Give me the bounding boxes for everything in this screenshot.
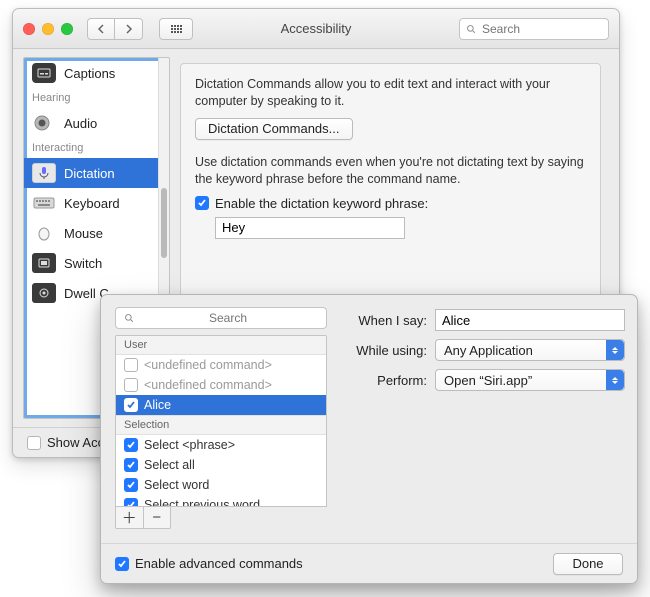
- sidebar-item-switch[interactable]: Switch: [24, 248, 169, 278]
- show-accessibility-checkbox[interactable]: [27, 436, 41, 450]
- scrollbar-thumb[interactable]: [161, 188, 167, 258]
- sidebar-item-mouse[interactable]: Mouse: [24, 218, 169, 248]
- grid-icon: [171, 25, 182, 33]
- sidebar-item-audio[interactable]: Audio: [24, 108, 169, 138]
- speaker-icon: [32, 113, 56, 133]
- sidebar-group-interacting: Interacting: [24, 138, 169, 158]
- row-checkbox[interactable]: [124, 438, 138, 452]
- close-icon[interactable]: [23, 23, 35, 35]
- perform-select[interactable]: Open “Siri.app”: [435, 369, 625, 391]
- intro-text: Dictation Commands allow you to edit tex…: [195, 76, 586, 110]
- check-icon: [126, 460, 136, 470]
- dictation-commands-dialog: User <undefined command> <undefined comm…: [100, 294, 638, 584]
- minimize-icon[interactable]: [42, 23, 54, 35]
- sidebar-group-hearing: Hearing: [24, 88, 169, 108]
- while-using-label: While using:: [345, 343, 427, 358]
- sidebar-item-label: Dictation: [64, 166, 115, 181]
- row-label: <undefined command>: [144, 358, 272, 372]
- captions-icon: [32, 63, 56, 83]
- microphone-icon: [32, 163, 56, 183]
- sidebar-item-label: Mouse: [64, 226, 103, 241]
- list-item-selected[interactable]: Alice: [116, 395, 326, 415]
- check-icon: [117, 559, 127, 569]
- zoom-icon[interactable]: [61, 23, 73, 35]
- row-label: Select word: [144, 478, 209, 492]
- row-checkbox[interactable]: [124, 478, 138, 492]
- row-label: Select <phrase>: [144, 438, 235, 452]
- list-item[interactable]: Select word: [116, 475, 326, 495]
- row-checkbox[interactable]: [124, 358, 138, 372]
- sidebar-item-label: Audio: [64, 116, 97, 131]
- search-icon: [466, 24, 476, 34]
- check-icon: [126, 500, 136, 507]
- row-checkbox[interactable]: [124, 458, 138, 472]
- add-remove-buttons: ＋ −: [115, 507, 171, 529]
- stepper-icon: [606, 370, 624, 390]
- row-label: Alice: [144, 398, 171, 412]
- list-item[interactable]: <undefined command>: [116, 355, 326, 375]
- titlebar: Accessibility: [13, 9, 619, 49]
- dialog-footer: Enable advanced commands Done: [101, 543, 637, 583]
- chevron-right-icon: [125, 24, 133, 34]
- mouse-icon: [32, 223, 56, 243]
- perform-label: Perform:: [345, 373, 427, 388]
- dialog-search[interactable]: [115, 307, 327, 329]
- back-button[interactable]: [87, 18, 115, 40]
- list-header-user: User: [116, 336, 326, 355]
- enable-advanced-label: Enable advanced commands: [135, 556, 303, 571]
- keyword-phrase-input[interactable]: [215, 217, 405, 239]
- toolbar-search-input[interactable]: [480, 21, 602, 37]
- list-item[interactable]: Select <phrase>: [116, 435, 326, 455]
- when-i-say-label: When I say:: [345, 313, 427, 328]
- enable-keyword-checkbox[interactable]: [195, 196, 209, 210]
- enable-keyword-label: Enable the dictation keyword phrase:: [215, 196, 428, 211]
- search-icon: [124, 313, 134, 323]
- list-item[interactable]: <undefined command>: [116, 375, 326, 395]
- done-button[interactable]: Done: [553, 553, 623, 575]
- dictation-commands-button[interactable]: Dictation Commands...: [195, 118, 353, 140]
- row-label: <undefined command>: [144, 378, 272, 392]
- sidebar-item-label: Switch: [64, 256, 102, 271]
- list-item[interactable]: Select all: [116, 455, 326, 475]
- check-icon: [126, 440, 136, 450]
- sidebar-item-dictation[interactable]: Dictation: [24, 158, 169, 188]
- show-all-button[interactable]: [159, 18, 193, 40]
- list-item[interactable]: Select previous word: [116, 495, 326, 507]
- toolbar-search[interactable]: [459, 18, 609, 40]
- dialog-search-input[interactable]: [138, 310, 318, 326]
- forward-button[interactable]: [115, 18, 143, 40]
- chevron-left-icon: [97, 24, 105, 34]
- remove-button[interactable]: −: [144, 507, 171, 528]
- check-icon: [126, 400, 136, 410]
- keyword-desc: Use dictation commands even when you're …: [195, 154, 586, 188]
- window-controls: [23, 23, 73, 35]
- check-icon: [197, 198, 207, 208]
- sidebar-item-keyboard[interactable]: Keyboard: [24, 188, 169, 218]
- dwell-icon: [32, 283, 56, 303]
- row-label: Select previous word: [144, 498, 260, 507]
- sidebar-item-label: Captions: [64, 66, 115, 81]
- while-using-select[interactable]: Any Application: [435, 339, 625, 361]
- switch-icon: [32, 253, 56, 273]
- row-checkbox[interactable]: [124, 498, 138, 507]
- row-checkbox[interactable]: [124, 378, 138, 392]
- sidebar-item-label: Keyboard: [64, 196, 120, 211]
- add-button[interactable]: ＋: [116, 507, 144, 528]
- nav-back-forward: [87, 18, 143, 40]
- row-checkbox[interactable]: [124, 398, 138, 412]
- stepper-icon: [606, 340, 624, 360]
- list-header-selection: Selection: [116, 415, 326, 435]
- when-i-say-input[interactable]: [435, 309, 625, 331]
- row-label: Select all: [144, 458, 195, 472]
- while-using-value: Any Application: [444, 343, 533, 358]
- check-icon: [126, 480, 136, 490]
- sidebar-item-captions[interactable]: Captions: [24, 58, 169, 88]
- commands-list[interactable]: User <undefined command> <undefined comm…: [115, 335, 327, 507]
- keyboard-icon: [32, 193, 56, 213]
- enable-advanced-checkbox[interactable]: [115, 557, 129, 571]
- perform-value: Open “Siri.app”: [444, 373, 532, 388]
